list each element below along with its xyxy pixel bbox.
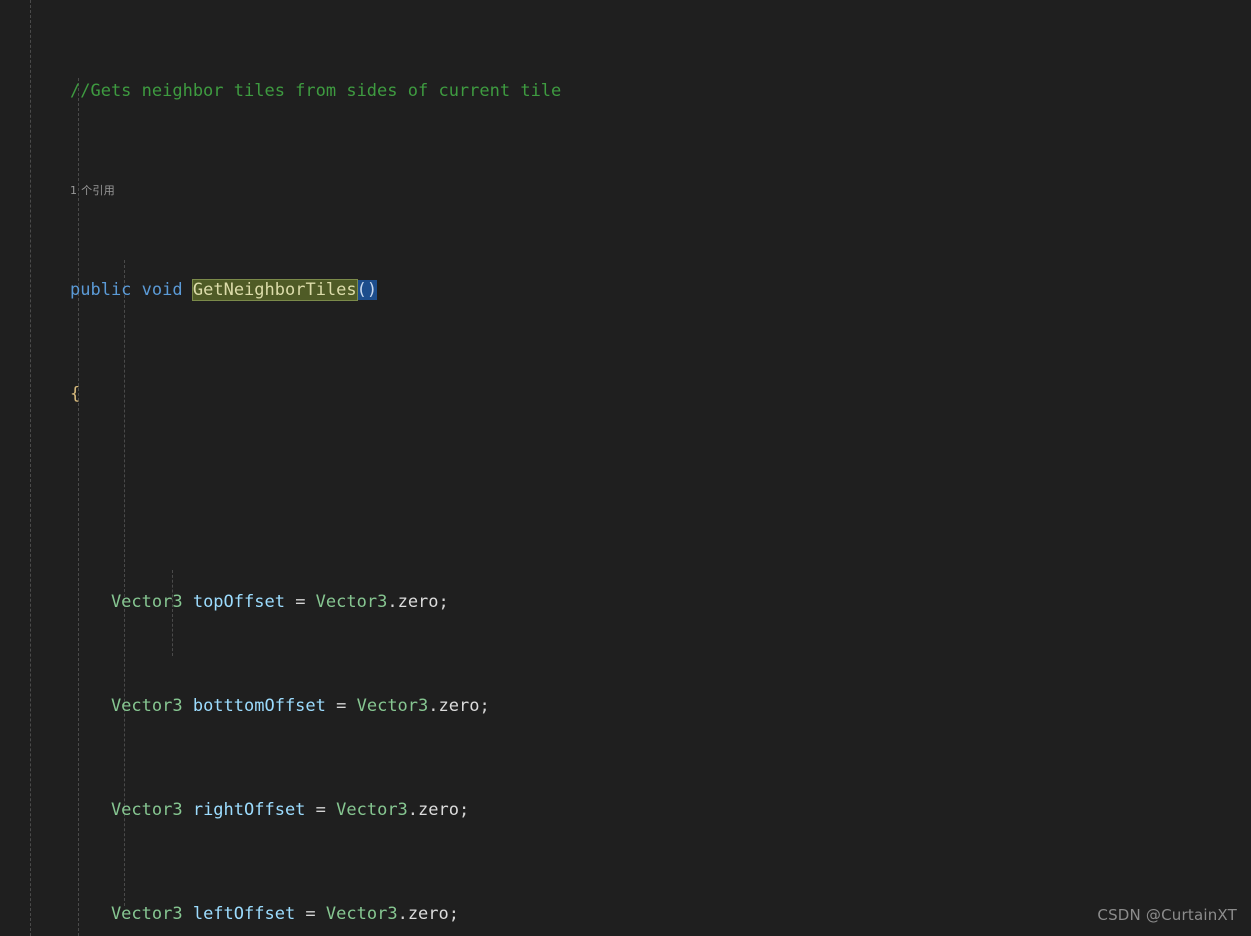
codelens-references[interactable]: 1 个引用 <box>0 182 1251 199</box>
token-operator: = <box>325 696 357 716</box>
code-editor[interactable]: //Gets neighbor tiles from sides of curr… <box>0 0 1251 936</box>
token-operator: . <box>387 592 398 612</box>
parentheses-highlight[interactable]: () <box>356 280 378 300</box>
token-variable: botttomOffset <box>182 696 326 716</box>
token-variable: topOffset <box>182 592 285 612</box>
token-operator: ; <box>459 800 470 820</box>
token-operator: . <box>397 904 408 924</box>
codelens-label: 1 个引用 <box>70 184 115 197</box>
code-content[interactable]: //Gets neighbor tiles from sides of curr… <box>0 0 1251 936</box>
code-line[interactable]: Vector3 rightOffset = Vector3.zero; <box>0 797 1251 823</box>
token-operator: . <box>428 696 439 716</box>
token-type: Vector3 <box>356 696 429 716</box>
comment-text: //Gets neighbor tiles from sides of curr… <box>70 81 562 101</box>
token-variable: leftOffset <box>182 904 296 924</box>
code-line-blank[interactable] <box>0 485 1251 511</box>
token-operator: . <box>407 800 419 820</box>
token-type: Vector3 <box>70 592 183 612</box>
token-member: zero <box>418 800 459 820</box>
code-line-comment[interactable]: //Gets neighbor tiles from sides of curr… <box>0 78 1251 104</box>
token-operator: ; <box>479 696 490 716</box>
code-line[interactable]: Vector3 botttomOffset = Vector3.zero; <box>0 693 1251 719</box>
token-operator: ; <box>448 904 460 924</box>
csdn-watermark: CSDN @CurtainXT <box>1097 906 1237 924</box>
token-type: Vector3 <box>70 696 183 716</box>
token-type: Vector3 <box>70 904 183 924</box>
code-line[interactable]: { <box>0 381 1251 407</box>
token-type: Vector3 <box>325 904 398 924</box>
keyword-void: void <box>141 280 183 300</box>
code-line[interactable]: Vector3 topOffset = Vector3.zero; <box>0 589 1251 615</box>
code-line-signature[interactable]: public void GetNeighborTiles() <box>0 277 1251 303</box>
token-operator: = <box>305 800 337 820</box>
token-operator: = <box>284 592 316 612</box>
brace-open: { <box>70 384 81 404</box>
token-operator: ; <box>438 592 449 612</box>
method-name-highlight[interactable]: GetNeighborTiles <box>191 279 358 301</box>
token-variable: rightOffset <box>182 800 306 820</box>
code-line[interactable]: Vector3 leftOffset = Vector3.zero; <box>0 901 1251 927</box>
token-member: zero <box>397 592 439 612</box>
token-type: Vector3 <box>336 800 408 820</box>
token-operator: = <box>295 904 326 924</box>
token-member: zero <box>438 696 480 716</box>
token-type: Vector3 <box>70 800 183 820</box>
token-member: zero <box>407 904 449 924</box>
keyword-public: public <box>70 280 132 300</box>
token-type: Vector3 <box>315 592 388 612</box>
